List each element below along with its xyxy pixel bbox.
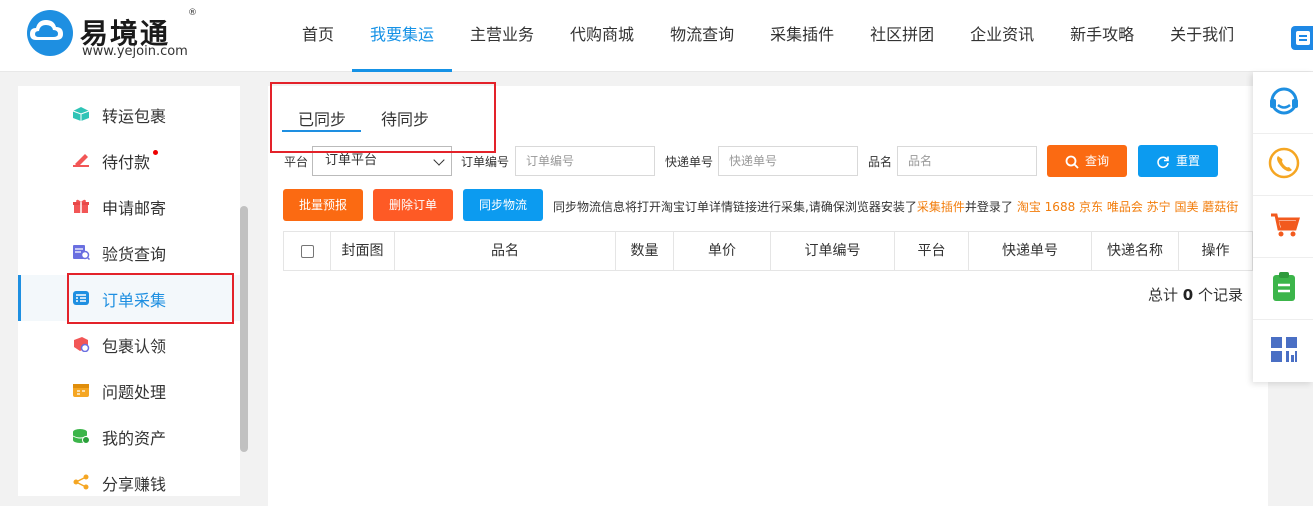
refresh-icon: [1157, 155, 1169, 168]
query-button-label: 查询: [1084, 154, 1109, 168]
query-button[interactable]: 查询: [1047, 145, 1127, 177]
search-icon: [1065, 155, 1079, 169]
right-float-toolbar: [1253, 72, 1313, 382]
total-prefix: 总计: [1147, 286, 1178, 304]
table-header-unit-price: 单价: [674, 232, 771, 270]
sidebar-item-label: 分享赚钱: [102, 475, 167, 494]
sidebar-item-label: 待付款: [102, 153, 151, 172]
table-header-platform: 平台: [895, 232, 969, 270]
product-name-label: 品名: [868, 155, 893, 169]
platform-list: 淘宝 1688 京东 唯品会 苏宁 国美 蘑菇街: [1016, 200, 1239, 214]
nav-item-about[interactable]: 关于我们: [1152, 0, 1252, 72]
extension-icon[interactable]: [1291, 26, 1313, 50]
sync-logistics-button[interactable]: 同步物流: [463, 189, 543, 221]
qrcode-icon: [1271, 337, 1297, 362]
payment-icon: [73, 154, 89, 167]
select-all-checkbox[interactable]: [301, 245, 314, 258]
share-icon: [73, 474, 89, 490]
total-records: 总计 0 个记录: [1148, 284, 1243, 305]
phone-button[interactable]: [1253, 134, 1313, 196]
sidebar-item-my-assets[interactable]: 我的资产: [18, 413, 240, 459]
claim-icon: [74, 337, 90, 352]
nav-item-plugin[interactable]: 采集插件: [752, 0, 852, 72]
table-header-actions: 操作: [1201, 243, 1230, 259]
logo-registered-mark: ®: [188, 8, 197, 18]
table-header-cover: 封面图: [331, 232, 395, 270]
sidebar-item-label: 验货查询: [102, 245, 167, 264]
platform-label: 平台: [284, 155, 309, 169]
notification-dot: [153, 150, 158, 155]
order-no-input[interactable]: 订单编号: [515, 146, 655, 176]
clipboard-icon: [1273, 272, 1295, 301]
table-header-quantity: 数量: [616, 232, 674, 270]
coins-icon: [72, 429, 90, 444]
headset-icon: [1270, 87, 1298, 115]
sync-tip-logged: 并登录了: [964, 200, 1013, 214]
table-header-product: 品名: [395, 232, 616, 270]
sidebar-item-inspection-query[interactable]: 验货查询: [18, 229, 240, 275]
sidebar-item-transit-packages[interactable]: 转运包裹: [18, 91, 240, 137]
clipboard-button[interactable]: [1253, 258, 1313, 320]
sidebar-item-label: 转运包裹: [102, 107, 167, 126]
logo-url: www.yejoin.com: [82, 44, 188, 59]
cart-icon: [1271, 213, 1300, 237]
product-name-input[interactable]: 品名: [897, 146, 1037, 176]
nav-item-home[interactable]: 首页: [284, 0, 352, 72]
table-header-express-no: 快递单号: [969, 232, 1092, 270]
table-header-order-no: 订单编号: [771, 232, 895, 270]
sync-tip-text: 同步物流信息将打开淘宝订单详情链接进行采集,请确保浏览器安装了: [553, 200, 917, 214]
sidebar-item-share-earn[interactable]: 分享赚钱: [18, 459, 240, 505]
sidebar-item-label: 申请邮寄: [102, 199, 167, 218]
sidebar-item-package-claim[interactable]: 包裹认领: [18, 321, 240, 367]
annotation-box-tabs: [270, 82, 496, 153]
reset-button-label: 重置: [1175, 154, 1200, 168]
table-header-express-name: 快递名称: [1092, 232, 1179, 270]
express-no-input[interactable]: 快递单号: [718, 146, 858, 176]
site-logo[interactable]: 易境通 ® www.yejoin.com: [20, 6, 200, 62]
phone-icon: [1268, 147, 1300, 179]
sidebar-item-label: 我的资产: [102, 429, 167, 448]
sidebar-scrollbar-thumb[interactable]: [240, 206, 248, 452]
nav-item-group-buy[interactable]: 社区拼团: [852, 0, 952, 72]
gift-icon: [73, 199, 89, 213]
sync-tip: 同步物流信息将打开淘宝订单详情链接进行采集,请确保浏览器安装了采集插件并登录了淘…: [553, 198, 1238, 215]
inspect-icon: [73, 245, 90, 260]
reset-button[interactable]: 重置: [1138, 145, 1218, 177]
sidebar-item-label: 包裹认领: [102, 337, 167, 356]
sidebar-item-issue-handling[interactable]: 问题处理: [18, 367, 240, 413]
box-icon: [72, 107, 90, 121]
total-count: 0: [1182, 286, 1194, 304]
sidebar-item-pending-payment[interactable]: 待付款: [18, 137, 240, 183]
cart-button[interactable]: [1253, 196, 1313, 258]
platform-select-value: 订单平台: [325, 153, 378, 168]
order-no-label: 订单编号: [461, 155, 510, 169]
calendar-icon: [73, 384, 89, 397]
total-suffix: 个记录: [1197, 286, 1243, 304]
nav-item-business[interactable]: 主营业务: [452, 0, 552, 72]
sidebar-item-label: 问题处理: [102, 383, 167, 402]
nav-item-news[interactable]: 企业资讯: [952, 0, 1052, 72]
nav-item-tracking[interactable]: 物流查询: [652, 0, 752, 72]
nav-item-shopping[interactable]: 代购商城: [552, 0, 652, 72]
orders-table-header: 封面图 品名 数量 单价 订单编号 平台 快递单号 快递名称 操作: [283, 231, 1253, 271]
nav-item-consolidation[interactable]: 我要集运: [352, 0, 453, 72]
sidebar-item-apply-mailing[interactable]: 申请邮寄: [18, 183, 240, 229]
annotation-box-order-collect: [67, 273, 234, 324]
delete-order-button[interactable]: 删除订单: [373, 189, 453, 221]
batch-forecast-button[interactable]: 批量预报: [283, 189, 363, 221]
customer-service-button[interactable]: [1253, 72, 1313, 134]
table-header-checkbox-cell: [284, 232, 331, 270]
cloud-logo-icon: [27, 10, 73, 56]
nav-item-guide[interactable]: 新手攻略: [1052, 0, 1152, 72]
top-header: 易境通 ® www.yejoin.com 首页 我要集运 主营业务 代购商城 物…: [0, 0, 1313, 72]
chevron-down-icon: [433, 154, 445, 166]
plugin-link[interactable]: 采集插件: [917, 200, 965, 214]
qrcode-button[interactable]: [1253, 320, 1313, 382]
main-nav: 首页 我要集运 主营业务 代购商城 物流查询 采集插件 社区拼团 企业资讯 新手…: [284, 0, 1252, 72]
express-no-label: 快递单号: [665, 155, 714, 169]
